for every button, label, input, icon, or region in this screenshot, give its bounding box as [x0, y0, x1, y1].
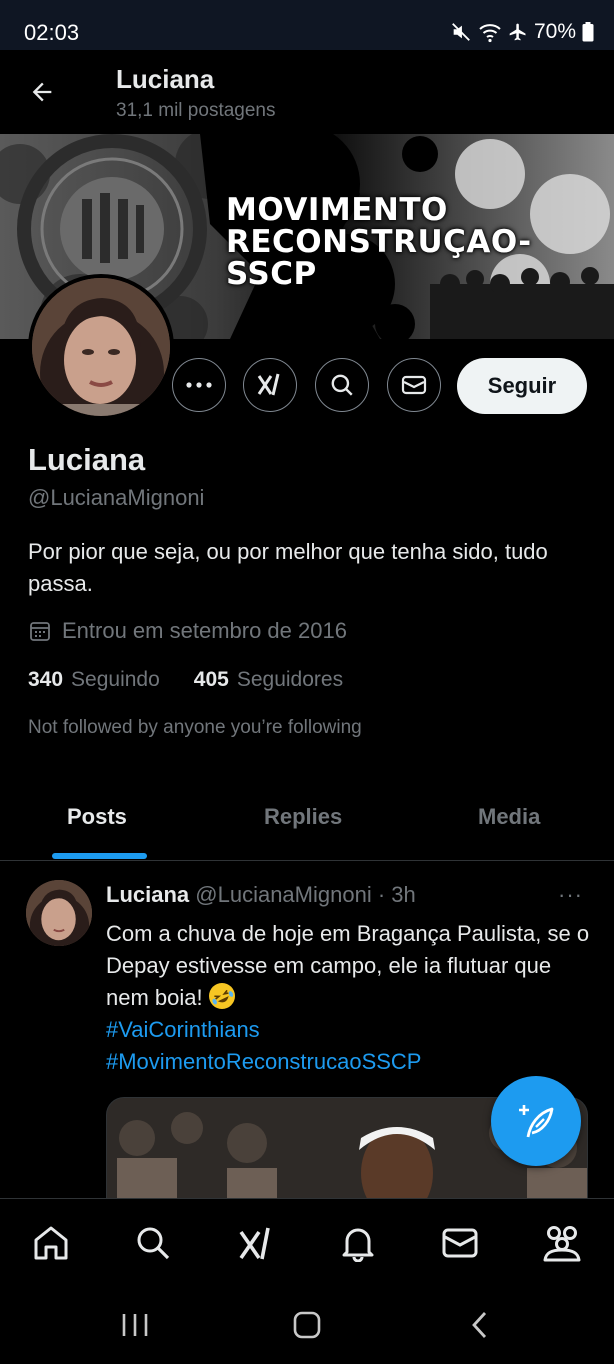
followers-label: Seguidores: [236, 668, 344, 691]
tweet-header: Luciana @LucianaMignoni · 3h: [106, 882, 416, 908]
compose-post-button[interactable]: [491, 1076, 581, 1166]
search-icon: [137, 1227, 170, 1260]
back-button[interactable]: [22, 72, 62, 112]
search-profile-button[interactable]: [315, 358, 369, 412]
header-posts-count: 31,1 mil postagens: [116, 100, 276, 121]
more-options-button[interactable]: [172, 358, 226, 412]
envelope-icon: [401, 375, 427, 395]
home-system-button[interactable]: [287, 1308, 327, 1342]
tweet-body: Com a chuva de hoje em Bragança Paulista…: [106, 918, 596, 1078]
not-followed-note: Not followed by anyone you’re following: [28, 717, 362, 738]
calendar-icon: [30, 622, 50, 641]
grok-button[interactable]: [243, 358, 297, 412]
profile-handle: @LucianaMignoni: [28, 485, 205, 510]
airplane-icon: [508, 22, 528, 42]
tweet-author-name[interactable]: Luciana: [106, 882, 189, 907]
tweet-time: 3h: [391, 882, 416, 907]
tweet-separator: ·: [377, 882, 386, 907]
chevron-left-icon: [472, 1312, 487, 1338]
envelope-icon: [442, 1228, 478, 1258]
back-system-button[interactable]: [460, 1308, 500, 1342]
status-time: 02:03: [24, 20, 80, 45]
banner-line-2: RECONSTRUÇAO-SSCP: [226, 224, 532, 292]
profile-avatar[interactable]: [28, 274, 174, 420]
nav-notifications[interactable]: [336, 1221, 380, 1265]
tab-media[interactable]: Media: [478, 804, 540, 830]
bell-icon: [342, 1228, 374, 1262]
recent-apps-button[interactable]: [115, 1308, 155, 1342]
profile-tabs: Posts Replies Media: [0, 780, 614, 861]
nav-home[interactable]: [29, 1221, 73, 1265]
tweet-avatar[interactable]: [26, 880, 92, 946]
nav-communities[interactable]: [540, 1221, 584, 1265]
banner-line-1: MOVIMENTO: [226, 192, 448, 228]
home-square-icon: [293, 1311, 321, 1339]
search-icon: [331, 374, 353, 396]
joined-date: Entrou em setembro de 2016: [28, 618, 347, 644]
compose-feather-icon: [519, 1105, 554, 1138]
tweet-avatar-image: [26, 880, 92, 946]
header-name: Luciana: [116, 64, 215, 94]
battery-text: 70%: [533, 20, 576, 43]
grok-icon: [239, 1227, 270, 1260]
following-label: Seguindo: [71, 668, 160, 691]
following-count: 340: [28, 668, 64, 691]
nav-grok[interactable]: [234, 1221, 278, 1265]
wifi-icon: [478, 21, 502, 43]
profile-header: Luciana 31,1 mil postagens: [0, 50, 614, 134]
nav-messages[interactable]: [438, 1221, 482, 1265]
hashtag-link-1[interactable]: #VaiCorinthians: [106, 1014, 596, 1046]
recent-apps-icon: [122, 1314, 148, 1336]
followers-link[interactable]: 405 Seguidores: [194, 668, 343, 692]
mute-icon: [450, 21, 472, 43]
tab-replies[interactable]: Replies: [264, 804, 342, 830]
more-icon: [186, 382, 212, 388]
nav-search[interactable]: [131, 1221, 175, 1265]
profile-bio: Por pior que seja, ou por melhor que ten…: [28, 539, 548, 596]
tab-posts[interactable]: Posts: [67, 804, 127, 830]
grok-icon: [257, 373, 280, 396]
banner-title: MOVIMENTO RECONSTRUÇAO-SSCP: [226, 194, 614, 290]
tweet-text: Com a chuva de hoje em Bragança Paulista…: [106, 921, 590, 1010]
arrow-left-icon: [32, 82, 52, 102]
status-icons: 70%: [450, 20, 594, 44]
home-icon: [34, 1226, 68, 1260]
following-link[interactable]: 340 Seguindo: [28, 668, 160, 692]
follow-button[interactable]: Seguir: [457, 358, 587, 414]
battery-icon: [582, 22, 594, 42]
message-button[interactable]: [387, 358, 441, 412]
laughing-emoji-icon: [208, 983, 235, 1009]
follow-stats: 340 Seguindo 405 Seguidores: [28, 668, 343, 692]
bottom-navigation: [0, 1198, 614, 1285]
hashtag-link-2[interactable]: #MovimentoReconstrucaoSSCP: [106, 1046, 596, 1078]
avatar-image: [32, 278, 170, 416]
communities-icon: [543, 1226, 581, 1262]
followers-count: 405: [193, 668, 229, 691]
active-tab-indicator: [52, 853, 147, 859]
status-bar: 02:03 70%: [0, 0, 614, 50]
profile-name: Luciana: [28, 442, 146, 477]
joined-text: Entrou em setembro de 2016: [62, 618, 347, 643]
tweet-more-button[interactable]: ···: [558, 882, 583, 908]
system-navigation-bar: [0, 1284, 614, 1364]
tweet-author-handle[interactable]: @LucianaMignoni: [195, 882, 371, 907]
